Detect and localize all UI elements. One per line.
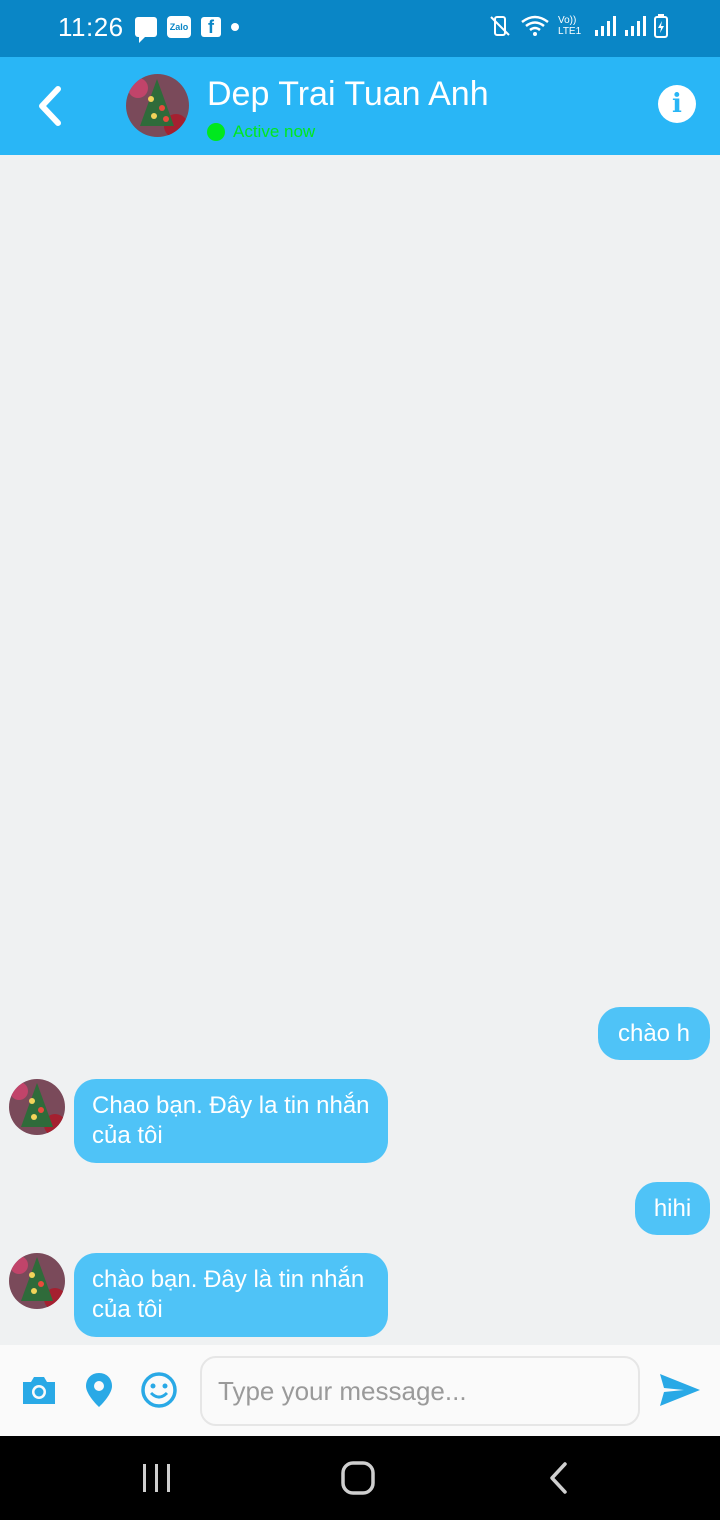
notification-icons: Zalo f [135, 16, 239, 43]
signal-icon [625, 16, 646, 36]
message-composer [0, 1345, 720, 1436]
home-icon[interactable] [338, 1458, 378, 1498]
contact-name: Dep Trai Tuan Anh [207, 75, 489, 113]
battery-charging-icon [654, 14, 668, 38]
incoming-message[interactable]: Chao bạn. Đây la tin nhắn của tôi [74, 1079, 388, 1163]
outgoing-message[interactable]: hihi [635, 1182, 710, 1235]
signal-icon [595, 16, 616, 36]
system-icons: Vo)) LTE1 [488, 14, 668, 38]
system-nav-bar [0, 1436, 720, 1520]
emoji-icon[interactable] [139, 1370, 179, 1410]
volte-lte-icon: Vo)) LTE1 [558, 15, 582, 37]
location-icon[interactable] [79, 1370, 119, 1410]
online-dot-icon [207, 123, 225, 141]
status-time: 11:26 [58, 12, 124, 42]
avatar [9, 1253, 65, 1309]
dot-icon [231, 23, 239, 31]
camera-icon[interactable] [19, 1370, 59, 1410]
vibrate-icon [490, 16, 510, 36]
chat-header: Dep Trai Tuan Anh Active now i [0, 57, 720, 155]
back-nav-icon[interactable] [539, 1458, 579, 1498]
outgoing-message[interactable]: chào h [598, 1007, 710, 1060]
avatar [9, 1079, 65, 1135]
send-icon[interactable] [658, 1370, 702, 1410]
status-bar: 11:26 Zalo f Vo)) LTE1 [0, 0, 720, 57]
info-icon[interactable]: i [658, 85, 696, 123]
avatar[interactable] [126, 74, 189, 137]
wifi-icon [521, 15, 549, 36]
chevron-left-icon[interactable] [30, 81, 70, 131]
status-text: Active now [233, 122, 316, 141]
message-input[interactable] [200, 1356, 640, 1426]
recents-icon[interactable] [137, 1458, 177, 1498]
message-icon [135, 17, 157, 43]
presence: Active now [207, 122, 315, 142]
zalo-icon: Zalo [167, 16, 191, 38]
facebook-icon: f [201, 17, 221, 37]
incoming-message[interactable]: chào bạn. Đây là tin nhắn của tôi [74, 1253, 388, 1337]
